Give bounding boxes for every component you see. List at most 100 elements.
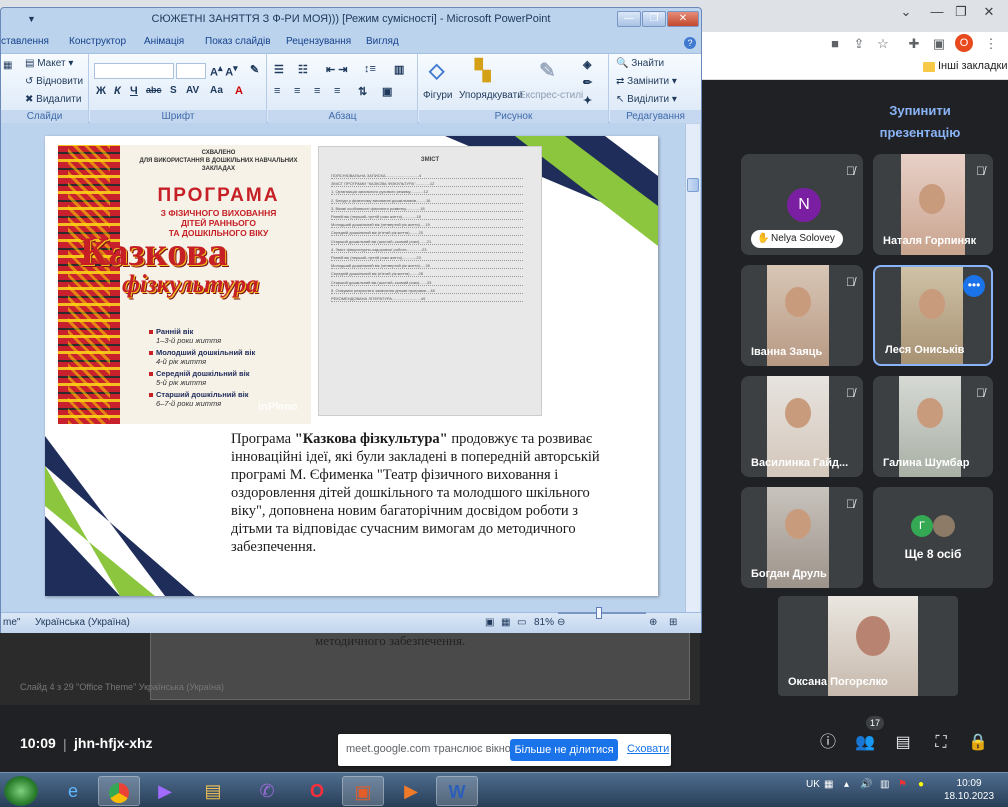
media-player-icon[interactable]: ▶ <box>144 776 186 806</box>
delete-button[interactable]: ✖ Видалити <box>25 94 81 105</box>
hide-banner-link[interactable]: Сховати <box>627 743 669 755</box>
slide[interactable]: СХВАЛЕНО ДЛЯ ВИКОРИСТАННЯ В ДОШКІЛЬНИХ НА… <box>45 136 658 596</box>
stop-sharing-button[interactable]: Більше не ділитися <box>510 739 618 761</box>
other-bookmarks[interactable]: Інші закладки <box>938 60 1007 72</box>
shapes-button[interactable]: Фігури <box>423 90 453 101</box>
ie-icon[interactable]: e <box>52 776 94 806</box>
scroll-thumb[interactable] <box>687 178 699 192</box>
arrange-button[interactable]: Упорядкувати <box>459 90 523 101</box>
new-slide-icon[interactable]: ▦ <box>3 60 12 71</box>
justify-icon[interactable]: ≡ <box>334 85 340 97</box>
share-icon[interactable]: ⇪ <box>850 36 868 52</box>
sorter-view-icon[interactable]: ▦ <box>501 617 510 628</box>
viber-icon[interactable]: ✆ <box>246 776 288 806</box>
indent-icon[interactable]: ⇤ ⇥ <box>326 63 348 76</box>
normal-view-icon[interactable]: ▣ <box>485 617 494 628</box>
tray-arrow-icon[interactable]: ▴ <box>844 779 849 790</box>
taskbar-clock[interactable]: 10:09 18.10.2023 <box>944 777 994 803</box>
maximize-button[interactable]: ❐ <box>642 11 666 27</box>
layout-button[interactable]: ▤ Макет ▾ <box>25 58 73 69</box>
strike-icon[interactable]: abc <box>146 85 162 95</box>
info-icon[interactable]: ⓘ <box>816 732 840 754</box>
chrome-icon[interactable] <box>98 776 140 806</box>
replace-button[interactable]: ⇄ Замінити ▾ <box>616 76 677 87</box>
zoom-slider-track[interactable] <box>558 612 646 614</box>
vertical-scrollbar[interactable] <box>685 124 700 612</box>
align-center-icon[interactable]: ≡ <box>294 85 300 97</box>
start-button[interactable] <box>4 776 38 806</box>
help-icon[interactable]: ? <box>684 37 696 49</box>
more-options-icon[interactable]: ••• <box>963 275 985 297</box>
opera-icon[interactable]: O <box>296 776 338 806</box>
chat-icon[interactable]: ▤ <box>891 732 915 754</box>
explorer-icon[interactable]: ▤ <box>192 776 234 806</box>
minimize-button[interactable]: — <box>617 11 641 27</box>
participant-tile[interactable]: 🎙̸ N ✋ Nelya Solovey <box>741 154 863 255</box>
clear-format-icon[interactable]: ✎ <box>250 63 259 76</box>
close-icon[interactable]: ✕ <box>978 4 1000 20</box>
close-button[interactable]: ✕ <box>667 11 699 27</box>
language-status[interactable]: Українська (Україна) <box>35 617 130 628</box>
shadow-icon[interactable]: S <box>170 85 177 96</box>
font-color-icon[interactable]: A <box>235 85 243 97</box>
quick-styles-icon[interactable]: ✎ <box>539 58 556 83</box>
effects-icon[interactable]: ✦ <box>583 94 592 107</box>
participant-tile[interactable]: 🎙̸ Богдан Друль <box>741 487 863 588</box>
host-controls-icon[interactable]: 🔒 <box>966 732 990 754</box>
spacing-icon[interactable]: AV <box>186 85 199 96</box>
minimize-icon[interactable]: — <box>926 4 948 20</box>
activities-icon[interactable]: ⛶ <box>929 732 953 754</box>
people-icon[interactable]: 👥 <box>853 732 877 754</box>
participant-tile[interactable]: 🎙̸ Василинка Гайд... <box>741 376 863 477</box>
stop-presenting-button[interactable]: Зупинити презентацію <box>850 100 990 140</box>
reset-button[interactable]: ↺ Відновити <box>25 76 83 87</box>
fit-window-icon[interactable]: ⊞ <box>669 617 677 628</box>
zoom-in-icon[interactable]: ⊕ <box>649 617 657 628</box>
self-view-tile[interactable]: Оксана Погорєлко <box>778 596 958 696</box>
slideshow-view-icon[interactable]: ▭ <box>517 617 526 628</box>
case-icon[interactable]: Аа <box>210 85 223 96</box>
participant-tile[interactable]: 🎙̸ Галина Шумбар <box>873 376 993 477</box>
sidepanel-icon[interactable]: ▣ <box>930 36 948 52</box>
participant-tile[interactable]: 🎙̸ Іванна Заяць <box>741 265 863 366</box>
camera-icon[interactable]: ■ <box>826 36 844 52</box>
columns-icon[interactable]: ▥ <box>394 63 404 76</box>
find-button[interactable]: 🔍 Знайти <box>616 58 664 69</box>
zoom-level[interactable]: 81% <box>534 617 554 628</box>
volume-icon[interactable]: 🔊 <box>860 779 872 790</box>
tab-view[interactable]: Вигляд <box>366 36 399 47</box>
menu-dots-icon[interactable]: ⋮ <box>982 36 1000 52</box>
network-icon[interactable]: ▥ <box>880 779 889 790</box>
font-size-box[interactable] <box>176 63 206 79</box>
line-spacing-icon[interactable]: ↕≡ <box>364 63 376 75</box>
tab-slideshow[interactable]: Показ слайдів <box>205 36 271 47</box>
underline-icon[interactable]: Ч <box>130 85 138 97</box>
flag-icon[interactable]: ⚑ <box>898 779 907 790</box>
fill-icon[interactable]: ◈ <box>583 58 591 71</box>
outline-icon[interactable]: ✏ <box>583 76 592 89</box>
tab-search-icon[interactable]: ⌄ <box>895 4 917 20</box>
zoom-out-icon[interactable]: ⊖ <box>557 617 565 628</box>
tab-design[interactable]: Конструктор <box>69 36 126 47</box>
align-left-icon[interactable]: ≡ <box>274 85 280 97</box>
keyboard-icon[interactable]: ▦ <box>824 779 833 790</box>
star-icon[interactable]: ☆ <box>874 36 892 52</box>
bold-icon[interactable]: Ж <box>96 85 106 97</box>
italic-icon[interactable]: К <box>114 85 121 97</box>
shapes-icon[interactable]: ◇ <box>429 58 444 83</box>
font-name-box[interactable] <box>94 63 174 79</box>
language-indicator[interactable]: UK <box>806 779 820 790</box>
grow-font-icon[interactable]: A▴ A▾ <box>210 63 238 79</box>
text-direction-icon[interactable]: ⇅ <box>358 85 367 98</box>
word-icon[interactable]: W <box>436 776 478 806</box>
bullets-icon[interactable]: ☰ <box>274 63 284 76</box>
smartart-icon[interactable]: ▣ <box>382 85 392 98</box>
align-right-icon[interactable]: ≡ <box>314 85 320 97</box>
participant-tile-selected[interactable]: ••• Леся Ониськів <box>873 265 993 366</box>
numbering-icon[interactable]: ☷ <box>298 63 308 76</box>
slideshow-app-icon[interactable]: ▶ <box>390 776 432 806</box>
restore-icon[interactable]: ❐ <box>950 4 972 20</box>
arrange-icon[interactable]: ▚ <box>475 58 490 83</box>
extensions-icon[interactable]: ✚ <box>905 36 923 52</box>
select-button[interactable]: ↖ Виділити ▾ <box>616 94 677 105</box>
